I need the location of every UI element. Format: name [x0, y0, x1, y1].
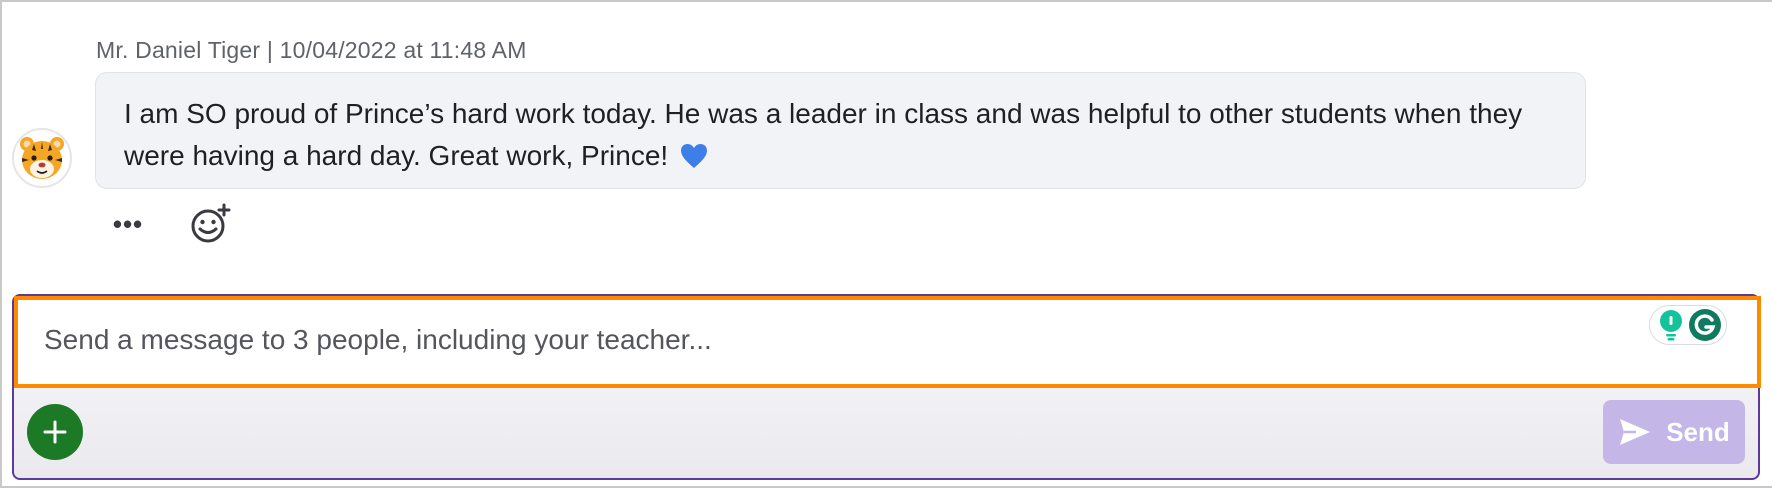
add-attachment-button[interactable]: [27, 404, 83, 460]
ellipsis-icon: •••: [112, 208, 144, 239]
plus-icon: [43, 420, 67, 444]
add-reaction-icon[interactable]: [188, 202, 232, 246]
meta-separator: |: [266, 37, 274, 63]
blue-heart-icon: [680, 144, 707, 168]
avatar: [12, 128, 72, 188]
message-input-container: [14, 296, 1761, 388]
send-button[interactable]: Send: [1603, 400, 1745, 464]
grammarly-g-icon[interactable]: [1688, 308, 1722, 342]
send-label: Send: [1666, 416, 1730, 447]
message-bubble: I am SO proud of Prince’s hard work toda…: [95, 72, 1586, 189]
tiger-face-icon: [20, 137, 64, 179]
message-meta: Mr. Daniel Tiger | 10/04/2022 at 11:48 A…: [96, 37, 527, 64]
lightbulb-icon[interactable]: [1658, 309, 1684, 341]
writing-assistant-widget[interactable]: [1649, 305, 1727, 345]
paper-plane-icon: [1620, 419, 1651, 445]
message-actions: •••: [110, 202, 232, 246]
message-input[interactable]: [44, 318, 1644, 362]
message-timestamp: 10/04/2022 at 11:48 AM: [279, 37, 527, 63]
message-text: I am SO proud of Prince’s hard work toda…: [124, 98, 1523, 171]
more-options-button[interactable]: •••: [110, 206, 146, 242]
message-author: Mr. Daniel Tiger: [96, 37, 261, 63]
